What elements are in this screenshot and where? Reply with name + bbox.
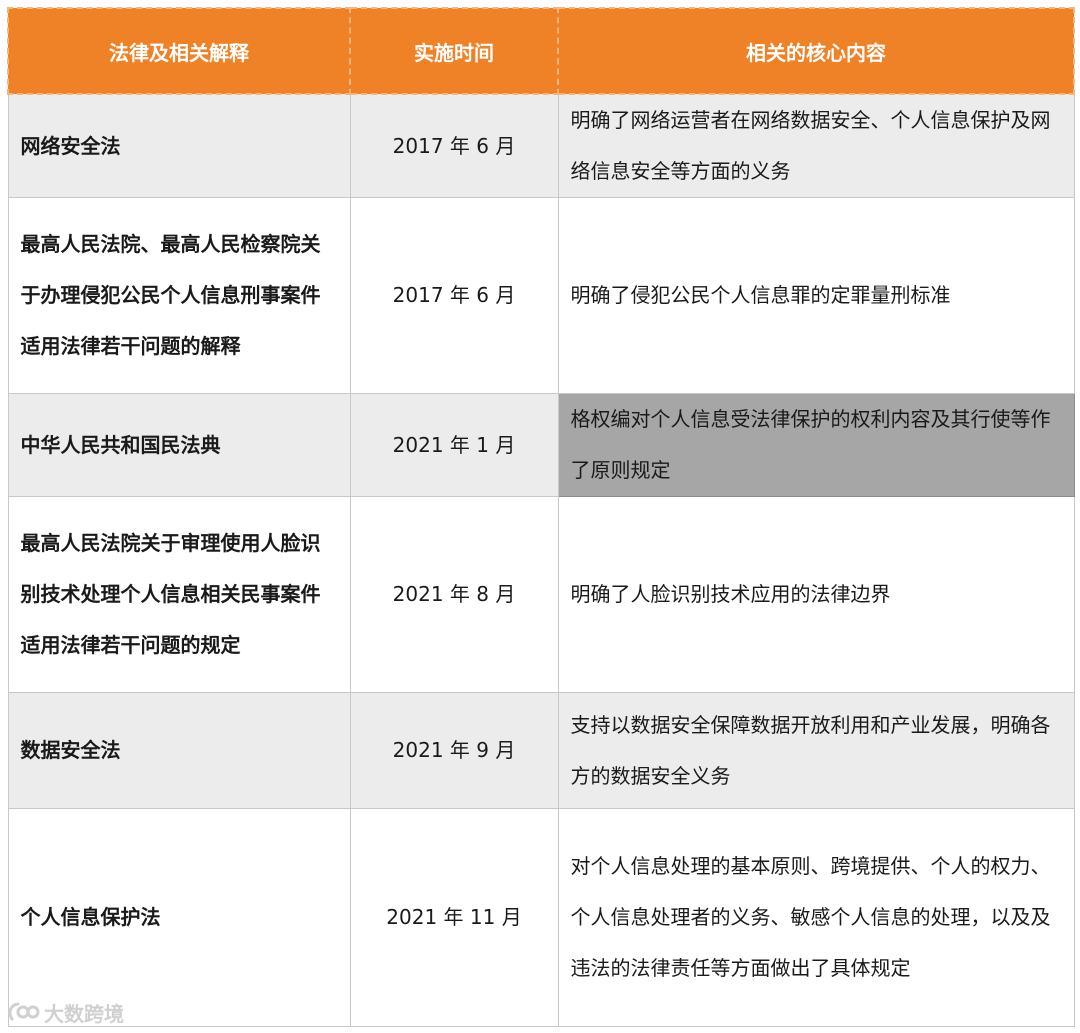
- header-law: 法律及相关解释: [7, 7, 351, 95]
- core-content: 明确了人脸识别技术应用的法律边界: [557, 496, 1075, 693]
- law-table-container: 法律及相关解释 实施时间 相关的核心内容 网络安全法 2017 年 6 月 明确…: [7, 7, 1075, 1027]
- law-name: 个人信息保护法: [7, 808, 351, 1027]
- table-header: 法律及相关解释 实施时间 相关的核心内容: [7, 7, 1075, 95]
- core-content: 明确了侵犯公民个人信息罪的定罪量刑标准: [557, 197, 1075, 394]
- table-row: 最高人民法院关于审理使用人脸识别技术处理个人信息相关民事案件适用法律若干问题的规…: [7, 496, 1075, 693]
- core-content-text: 明确了人脸识别技术应用的法律边界: [570, 582, 891, 606]
- effective-date: 2021 年 11 月: [349, 808, 559, 1027]
- law-name: 中华人民共和国民法典: [7, 393, 351, 497]
- header-content: 相关的核心内容: [557, 7, 1075, 95]
- table-row: 中华人民共和国民法典 2021 年 1 月 格权编对个人信息受法律保护的权利内容…: [7, 393, 1075, 497]
- table-row: 网络安全法 2017 年 6 月 明确了网络运营者在网络数据安全、个人信息保护及…: [7, 93, 1075, 198]
- law-name: 最高人民法院、最高人民检察院关于办理侵犯公民个人信息刑事案件适用法律若干问题的解…: [7, 197, 351, 394]
- core-content-text: 明确了网络运营者在网络数据安全、个人信息保护及网络信息安全等方面的义务: [570, 108, 1051, 183]
- core-content-text: 对个人信息处理的基本原则、跨境提供、个人的权力、个人信息处理者的义务、敏感个人信…: [570, 854, 1051, 980]
- watermark: 大数跨境: [6, 996, 124, 1028]
- effective-date: 2021 年 1 月: [349, 393, 559, 497]
- law-name: 最高人民法院关于审理使用人脸识别技术处理个人信息相关民事案件适用法律若干问题的规…: [7, 496, 351, 693]
- watermark-text: 大数跨境: [44, 1001, 124, 1026]
- core-content-text: 支持以数据安全保障数据开放利用和产业发展，明确各方的数据安全义务: [570, 712, 1051, 788]
- core-content: 支持以数据安全保障数据开放利用和产业发展，明确各方的数据安全义务: [557, 692, 1075, 809]
- law-table: 法律及相关解释 实施时间 相关的核心内容 网络安全法 2017 年 6 月 明确…: [7, 7, 1075, 1027]
- effective-date: 2021 年 8 月: [349, 496, 559, 693]
- core-content: 对个人信息处理的基本原则、跨境提供、个人的权力、个人信息处理者的义务、敏感个人信…: [557, 808, 1075, 1027]
- effective-date: 2021 年 9 月: [349, 692, 559, 809]
- law-name: 网络安全法: [7, 93, 351, 198]
- header-date: 实施时间: [349, 7, 559, 95]
- effective-date: 2017 年 6 月: [349, 197, 559, 394]
- header-row: 法律及相关解释 实施时间 相关的核心内容: [7, 7, 1075, 95]
- effective-date: 2017 年 6 月: [349, 93, 559, 198]
- law-name: 数据安全法: [7, 692, 351, 809]
- table-body: 网络安全法 2017 年 6 月 明确了网络运营者在网络数据安全、个人信息保护及…: [7, 93, 1075, 1027]
- table-row: 数据安全法 2021 年 9 月 支持以数据安全保障数据开放利用和产业发展，明确…: [7, 692, 1075, 809]
- core-content-text: 明确了侵犯公民个人信息罪的定罪量刑标准: [570, 283, 951, 307]
- core-content: 明确了网络运营者在网络数据安全、个人信息保护及网络信息安全等方面的义务: [557, 93, 1075, 198]
- core-content-text: 格权编对个人信息受法律保护的权利内容及其行使等作了原则规定: [570, 407, 1051, 482]
- table-row: 最高人民法院、最高人民检察院关于办理侵犯公民个人信息刑事案件适用法律若干问题的解…: [7, 197, 1075, 394]
- core-content-highlighted: 格权编对个人信息受法律保护的权利内容及其行使等作了原则规定: [557, 393, 1075, 497]
- table-row: 个人信息保护法 2021 年 11 月 对个人信息处理的基本原则、跨境提供、个人…: [7, 808, 1075, 1027]
- brand-logo-icon: [8, 1002, 40, 1021]
